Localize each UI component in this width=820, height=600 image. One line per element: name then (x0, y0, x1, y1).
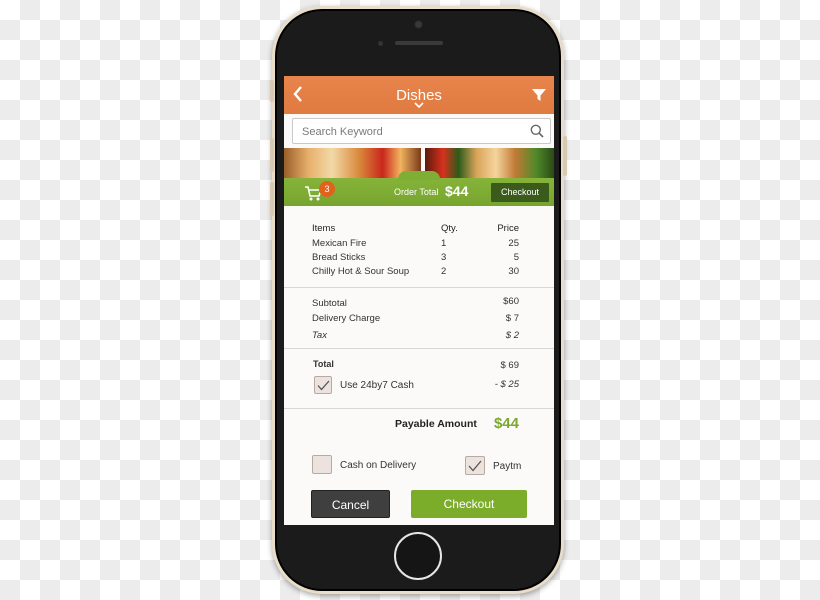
top-nav-bar: Dishes (284, 76, 554, 114)
cart-count-badge: 3 (319, 181, 335, 197)
use-cash-checkbox[interactable] (314, 376, 332, 394)
checkout-button[interactable]: Checkout (411, 490, 527, 518)
item-price: 5 (513, 252, 519, 263)
proximity-sensor (378, 41, 383, 46)
subtotal-value: $60 (503, 296, 519, 307)
total-value: $ 69 (500, 360, 520, 371)
qty-column-header: Qty. (441, 223, 458, 234)
search-bar (292, 118, 551, 145)
phone-volume-down (270, 182, 274, 216)
tax-label: Tax (312, 330, 327, 341)
receipt-divider (284, 348, 554, 349)
item-qty: 3 (441, 252, 447, 263)
receipt-divider (284, 408, 554, 409)
app-screen: Dishes 3 Order Total $44 Checkout Items … (284, 76, 554, 525)
order-total-label: Order Total (394, 187, 439, 197)
order-bar-checkout-button[interactable]: Checkout (491, 183, 549, 202)
payable-amount-value: $44 (493, 415, 519, 432)
paytm-label[interactable]: Paytm (493, 461, 521, 472)
paytm-checkbox[interactable] (465, 456, 485, 475)
order-bar-handle[interactable] (398, 171, 440, 180)
search-input[interactable] (293, 119, 534, 145)
phone-side-button-top (270, 80, 274, 102)
front-camera (414, 20, 423, 29)
receipt-divider (284, 287, 554, 288)
order-total-value: $44 (445, 183, 469, 199)
subtotal-label: Subtotal (312, 298, 347, 309)
items-column-header: Items (312, 223, 336, 234)
phone-volume-up (270, 138, 274, 172)
search-icon[interactable] (530, 124, 544, 138)
chevron-down-icon[interactable] (414, 102, 424, 111)
item-price: 25 (508, 238, 519, 249)
cash-on-delivery-label[interactable]: Cash on Delivery (340, 460, 416, 471)
dish-image-burger[interactable] (425, 148, 554, 178)
total-label: Total (313, 359, 334, 369)
item-qty: 1 (441, 238, 447, 249)
item-qty: 2 (441, 266, 447, 277)
earpiece-speaker (395, 41, 443, 45)
item-name: Mexican Fire (312, 238, 367, 249)
checkmark-icon (317, 380, 330, 391)
payable-amount-label: Payable Amount (395, 418, 477, 430)
item-name: Chilly Hot & Sour Soup (312, 266, 410, 277)
use-cash-label[interactable]: Use 24by7 Cash (340, 380, 414, 391)
phone-power-button (563, 136, 567, 176)
cash-deduction-value: - $ 25 (494, 379, 519, 390)
order-summary-bar: 3 Order Total $44 Checkout (284, 171, 554, 206)
tax-value: $ 2 (505, 330, 519, 341)
item-name: Bread Sticks (312, 252, 366, 263)
price-column-header: Price (497, 223, 519, 234)
filter-icon[interactable] (531, 87, 547, 103)
delivery-charge-label: Delivery Charge (312, 313, 381, 324)
checkmark-icon (468, 460, 482, 472)
cash-on-delivery-checkbox[interactable] (312, 455, 332, 474)
delivery-charge-value: $ 7 (505, 313, 519, 324)
order-receipt: Items Qty. Price Mexican Fire 1 25 Bread… (284, 206, 554, 525)
item-price: 30 (508, 266, 519, 277)
cancel-button[interactable]: Cancel (311, 490, 390, 518)
home-button[interactable] (394, 532, 442, 580)
